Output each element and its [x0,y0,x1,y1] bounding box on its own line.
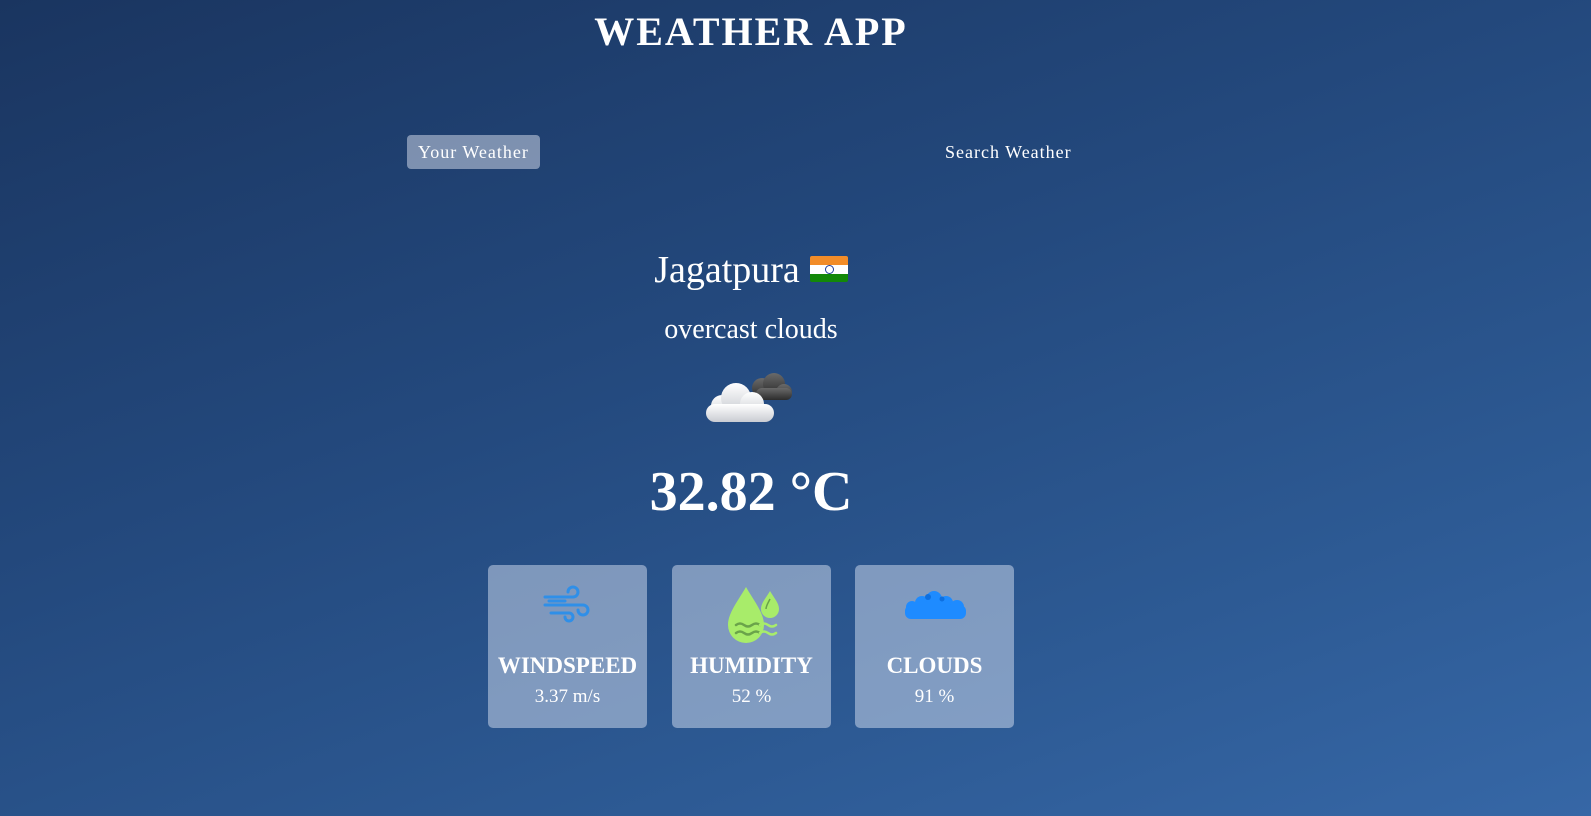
humidity-value: 52 % [731,686,772,707]
city-heading: Jagatpura [0,248,1502,292]
tab-search-weather[interactable]: Search Weather [934,135,1083,169]
temperature: 32.82 °C [649,461,853,523]
humidity-label: HUMIDITY [690,653,813,678]
clouds-label: CLOUDS [886,653,983,678]
humidity-card: HUMIDITY 52 % [672,565,831,728]
overcast-clouds-icon [700,370,800,435]
app-title: WEATHER APP [594,9,908,54]
flag-india-icon [809,256,848,283]
humidity-drops-icon [672,585,831,645]
wind-icon [488,585,647,645]
clouds-value: 91 % [914,686,955,707]
city-name: Jagatpura [654,249,800,291]
windspeed-label: WINDSPEED [497,653,638,678]
tab-your-weather[interactable]: Your Weather [407,135,540,169]
clouds-card: CLOUDS 91 % [855,565,1014,728]
clouds-icon [855,585,1014,645]
windspeed-card: WINDSPEED 3.37 m/s [488,565,647,728]
tab-bar: Your Weather Search Weather [0,135,1591,169]
weather-description: overcast clouds [664,314,838,345]
windspeed-value: 3.37 m/s [534,686,601,707]
